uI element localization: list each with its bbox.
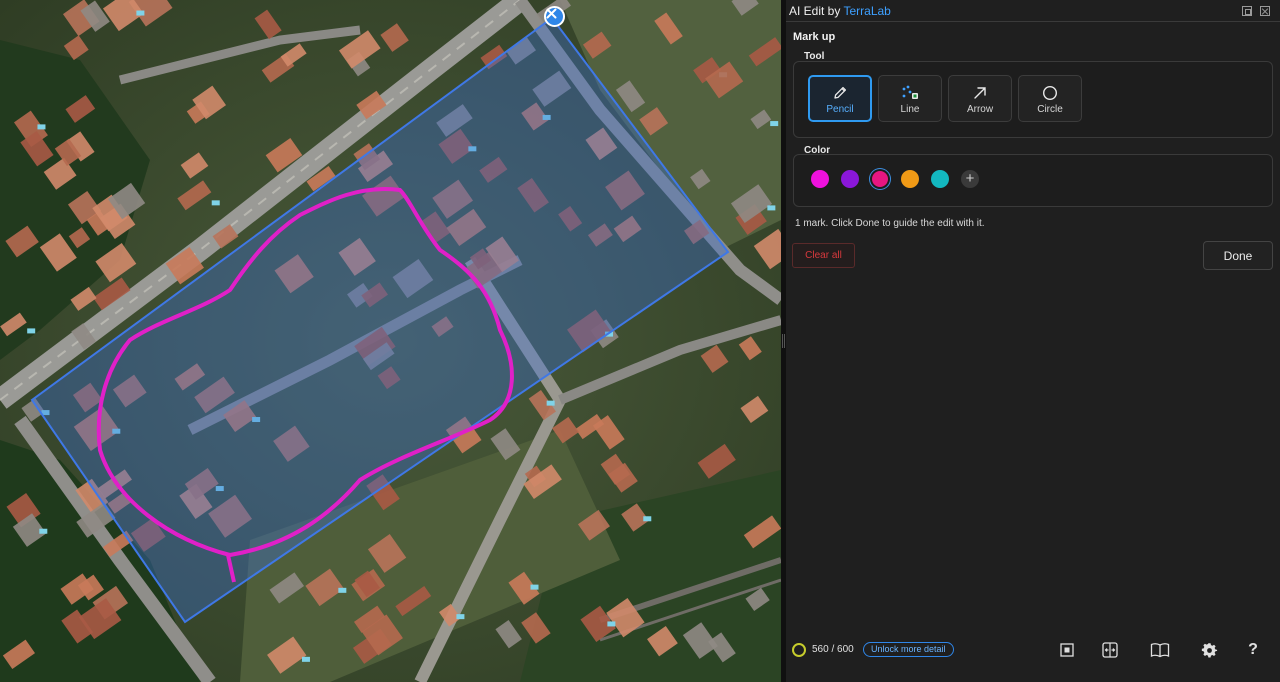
pool — [136, 10, 145, 16]
fit-icon — [1060, 643, 1074, 657]
arrow-icon — [974, 87, 986, 99]
panel-title: AI Edit by TerraLab — [789, 4, 891, 18]
circle-icon — [1042, 85, 1058, 101]
pool — [37, 124, 46, 130]
settings-button[interactable] — [1199, 640, 1219, 660]
tool-group: Pencil Line Arrow Circle — [793, 61, 1273, 138]
splitter-grip-icon — [782, 334, 785, 348]
pencil-icon — [834, 86, 847, 99]
fit-view-button[interactable] — [1057, 640, 1077, 660]
guide-button[interactable] — [1150, 640, 1170, 660]
close-selection-handle[interactable] — [544, 6, 565, 27]
color-swatch[interactable] — [931, 170, 949, 188]
close-icon — [546, 8, 557, 19]
panel-footer: 560 / 600 Unlock more detail ? — [786, 638, 1280, 662]
status-text: 1 mark. Click Done to guide the edit wit… — [795, 218, 985, 229]
panel-title-prefix: AI Edit by — [789, 3, 844, 18]
pool — [27, 328, 36, 334]
color-swatch[interactable] — [872, 171, 888, 187]
tool-label: Circle — [1037, 104, 1063, 115]
panel-header: AI Edit by TerraLab — [786, 0, 1280, 22]
tool-label: Arrow — [966, 104, 994, 115]
color-swatch[interactable] — [811, 170, 829, 188]
pool — [338, 587, 347, 593]
clear-all-button[interactable]: Clear all — [792, 243, 855, 268]
tool-label: Pencil — [826, 104, 854, 115]
tool-line-button[interactable]: Line — [878, 75, 942, 122]
float-panel-icon[interactable] — [1242, 6, 1252, 16]
color-swatches: + — [811, 170, 979, 188]
ai-edit-panel: AI Edit by TerraLab Mark up Tool Pencil … — [786, 0, 1280, 682]
pool — [607, 621, 616, 627]
add-color-button[interactable]: + — [961, 170, 979, 188]
panel-title-brand[interactable]: TerraLab — [843, 4, 890, 18]
color-group: + — [793, 154, 1273, 207]
map-view[interactable] — [0, 0, 781, 682]
pool — [211, 200, 220, 206]
pool — [767, 205, 776, 211]
close-panel-icon[interactable] — [1260, 6, 1270, 16]
compare-icon — [1102, 642, 1118, 658]
pool — [770, 121, 779, 127]
color-swatch[interactable] — [901, 170, 919, 188]
credits-counter: 560 / 600 — [812, 644, 854, 655]
tool-label: Line — [900, 104, 920, 115]
pool — [643, 516, 652, 522]
pool — [530, 584, 539, 590]
pool — [301, 656, 310, 662]
book-icon — [1150, 643, 1170, 658]
pool — [456, 614, 465, 620]
section-title: Mark up — [793, 31, 836, 43]
unlock-detail-button[interactable]: Unlock more detail — [863, 642, 954, 657]
tool-circle-button[interactable]: Circle — [1018, 75, 1082, 122]
line-icon — [902, 85, 918, 99]
done-button[interactable]: Done — [1203, 241, 1273, 270]
pool — [39, 528, 48, 534]
compare-button[interactable] — [1100, 640, 1120, 660]
tool-arrow-button[interactable]: Arrow — [948, 75, 1012, 122]
gear-icon — [1201, 642, 1217, 657]
pool — [546, 400, 555, 406]
tool-pencil-button[interactable]: Pencil — [808, 75, 872, 122]
help-button[interactable]: ? — [1243, 640, 1263, 660]
color-swatch[interactable] — [841, 170, 859, 188]
aerial-imagery — [0, 0, 781, 682]
credits-ring-icon — [792, 643, 806, 657]
